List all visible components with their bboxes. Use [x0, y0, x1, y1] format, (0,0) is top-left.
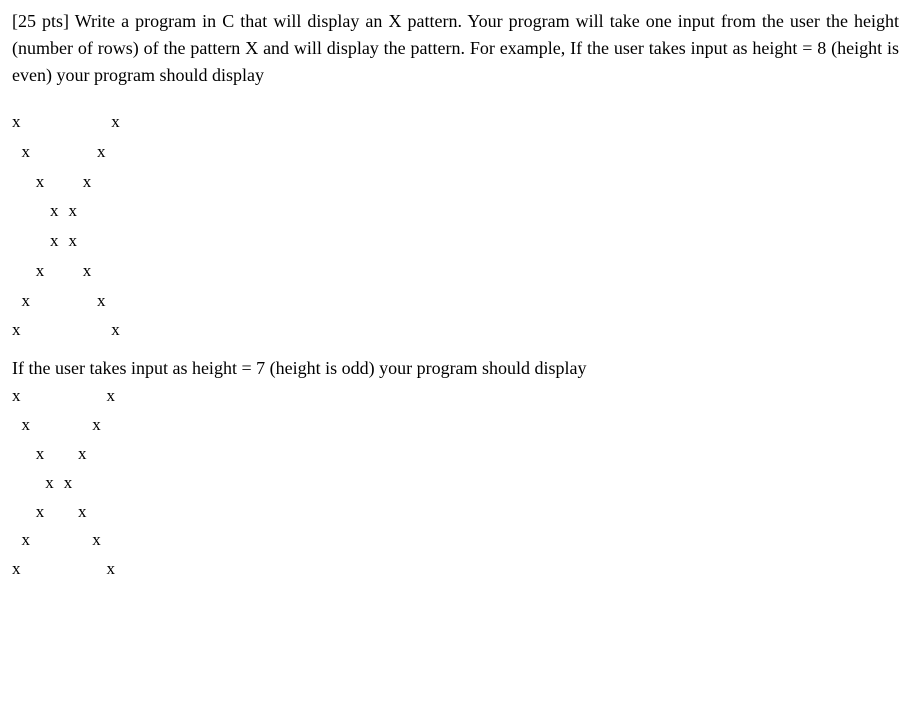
pattern-even-block: x x x x x x x x x x x x x x x x	[12, 107, 899, 345]
points-label: [25 pts]	[12, 11, 69, 31]
second-statement: If the user takes input as height = 7 (h…	[12, 355, 899, 382]
problem-body: Write a program in C that will display a…	[12, 11, 899, 85]
pattern-odd-block: x x x x x x x x x x x x x x	[12, 382, 899, 584]
problem-statement: [25 pts] Write a program in C that will …	[12, 8, 899, 89]
